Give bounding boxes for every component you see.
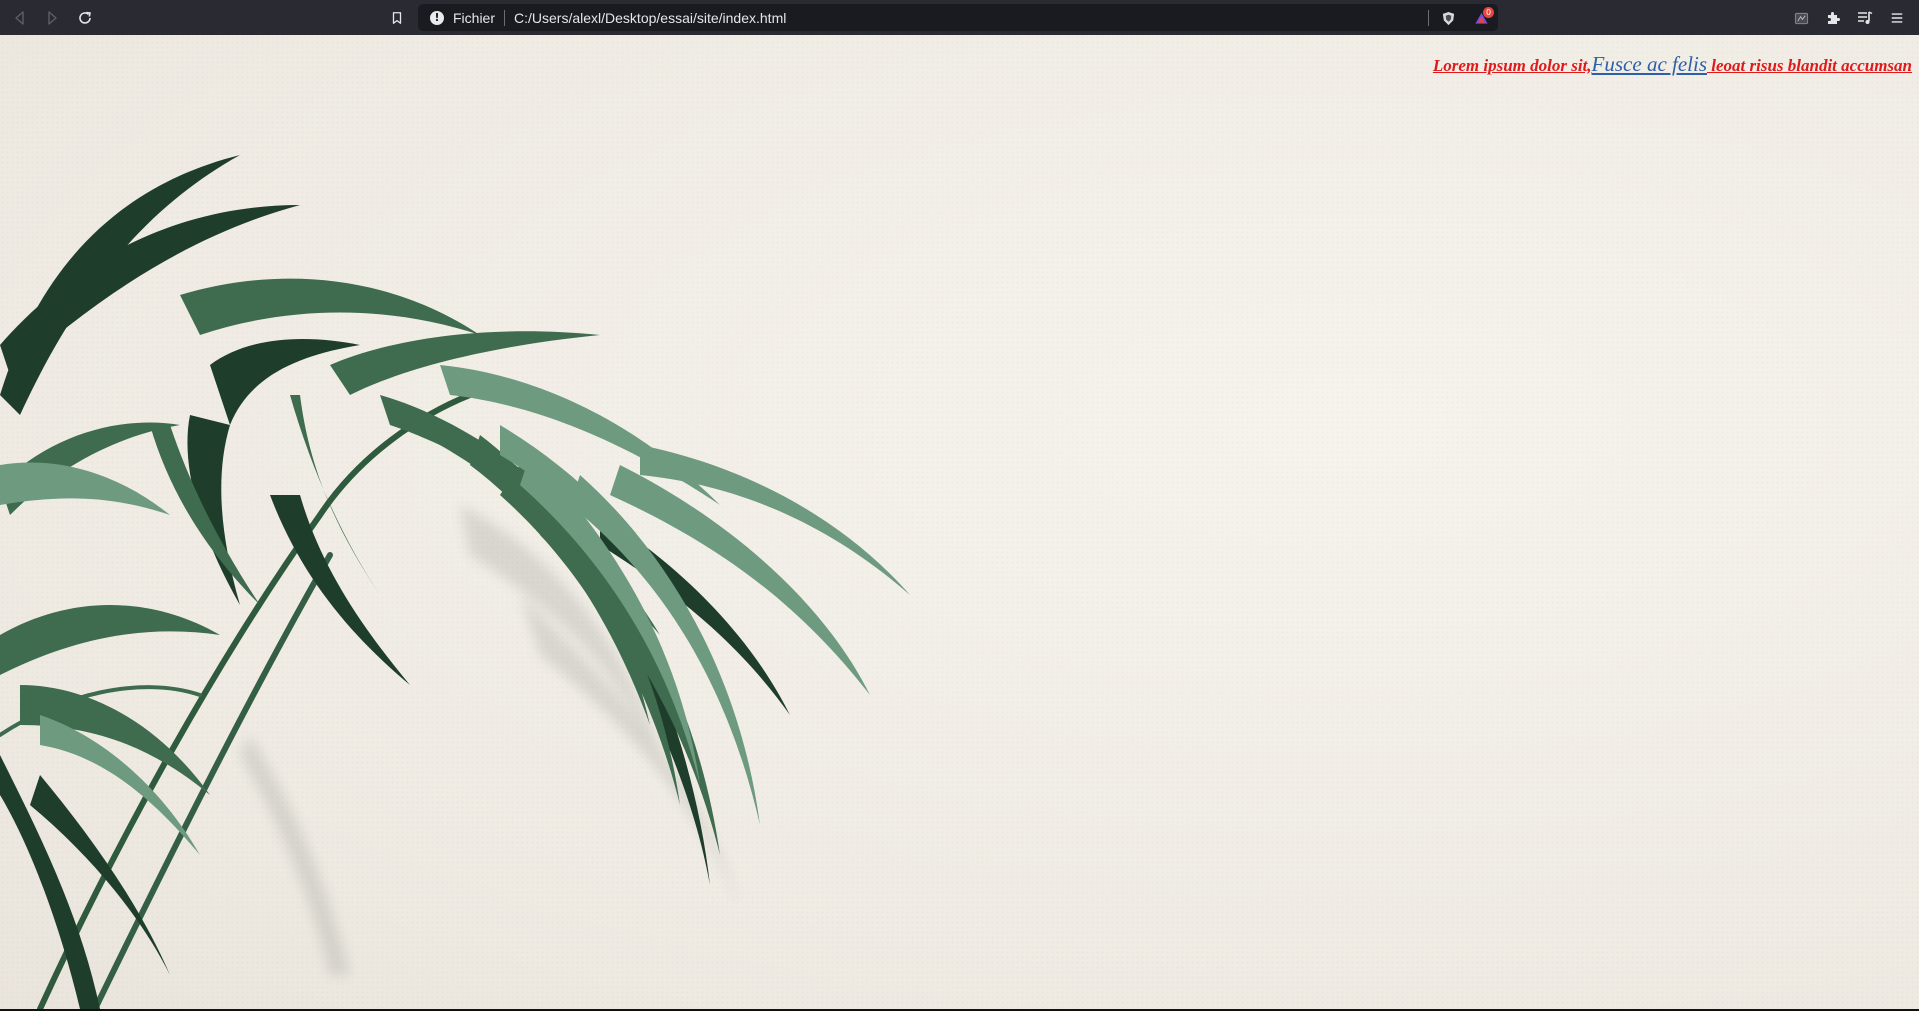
playlist-icon [1858,11,1873,24]
back-arrow-icon [15,11,24,25]
wallet-button[interactable] [1790,7,1812,29]
bookmark-button[interactable] [386,7,408,29]
address-separator [1428,10,1429,26]
back-button[interactable] [9,7,31,29]
info-icon[interactable]: ! [430,10,444,25]
hamburger-menu-icon [1891,13,1903,23]
rewards-badge: 0 [1483,7,1494,18]
browser-toolbar: ! Fichier C:/Users/alexl/Desktop/essai/s… [0,0,1919,35]
address-separator [504,9,506,26]
bookmark-icon [392,12,402,24]
page-viewport: Lorem ipsum dolor sit,Fusce ac felis leo… [0,35,1919,1009]
brave-shield-button[interactable] [1438,8,1458,28]
extensions-button[interactable] [1822,7,1844,29]
forward-arrow-icon [48,11,57,25]
address-bar[interactable]: ! Fichier C:/Users/alexl/Desktop/essai/s… [418,4,1498,31]
headline-text-start: Lorem ipsum dolor sit, [1432,56,1592,75]
palm-leaves-image [0,155,910,1009]
brave-shield-icon [1442,11,1454,25]
headline-link[interactable]: Fusce ac felis [1592,52,1707,76]
reload-button[interactable] [74,7,96,29]
headline: Lorem ipsum dolor sit,Fusce ac felis leo… [1433,52,1912,77]
url-text[interactable]: C:/Users/alexl/Desktop/essai/site/index.… [514,10,786,26]
puzzle-icon [1828,12,1840,24]
scheme-label: Fichier [453,9,496,26]
forward-button[interactable] [41,7,63,29]
reload-icon [79,11,91,24]
menu-button[interactable] [1886,7,1908,29]
brave-rewards-button[interactable]: 0 [1470,7,1494,28]
headline-text-end: leoat risus blandit accumsan [1707,56,1912,75]
playlist-button[interactable] [1854,7,1876,29]
wallet-icon [1794,12,1808,24]
